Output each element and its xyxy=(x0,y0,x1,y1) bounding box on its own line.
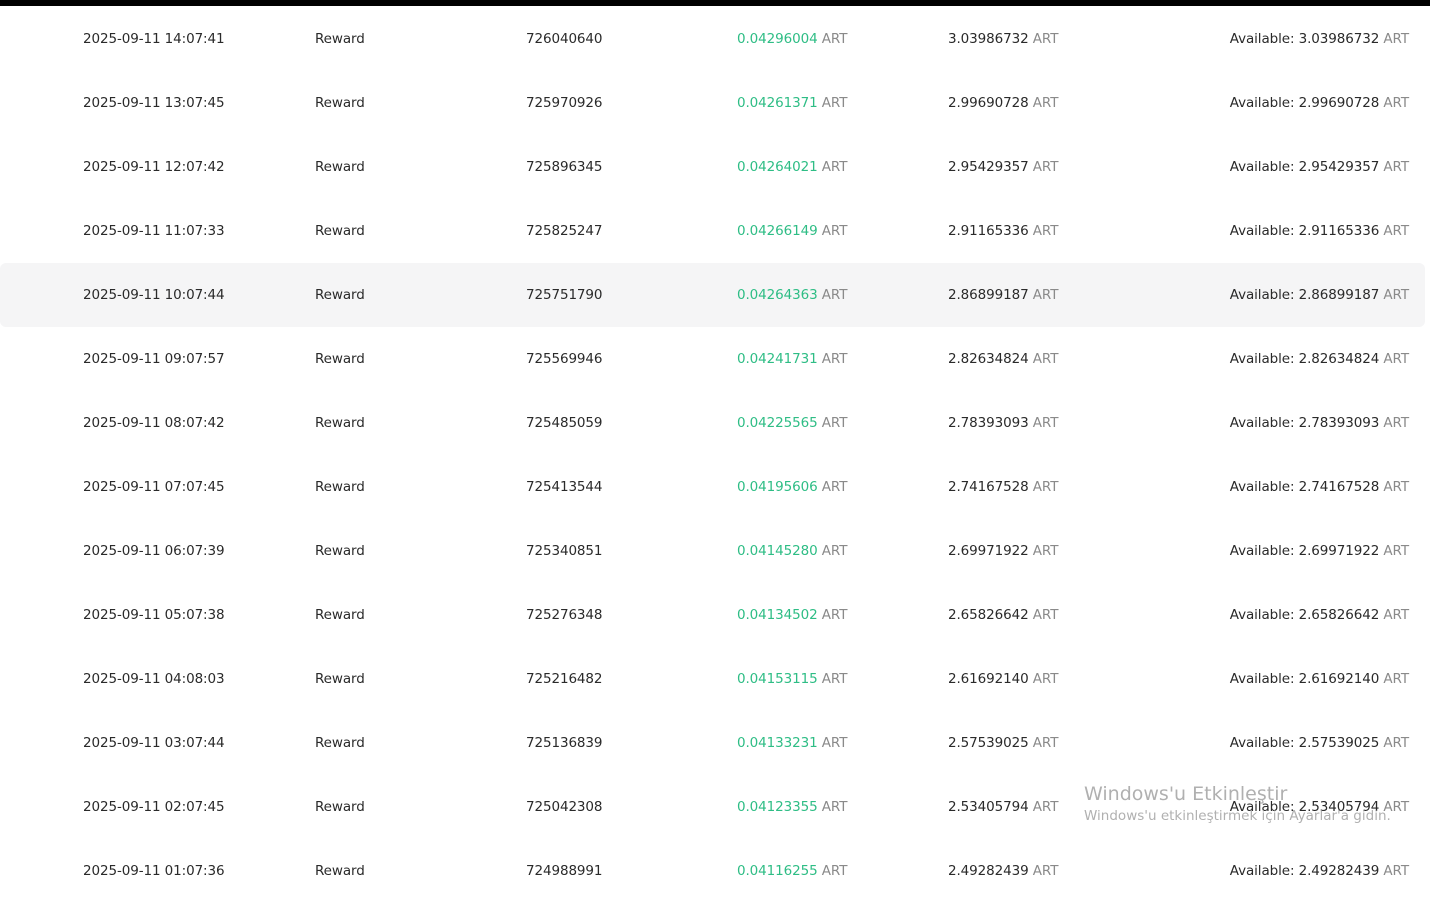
row-time: 2025-09-11 03:07:44 xyxy=(83,735,225,751)
row-available: Available: 2.57539025 ART xyxy=(1229,735,1409,751)
row-time: 2025-09-11 06:07:39 xyxy=(83,543,225,559)
row-transaction-id: 725825247 xyxy=(526,223,603,239)
row-amount: 0.04261371 ART xyxy=(737,95,848,111)
row-amount: 0.04225565 ART xyxy=(737,415,848,431)
row-transaction-id: 725569946 xyxy=(526,351,603,367)
row-balance: 2.95429357 ART xyxy=(948,159,1059,175)
row-amount: 0.04134502 ART xyxy=(737,607,848,623)
row-time: 2025-09-11 05:07:38 xyxy=(83,607,225,623)
row-time: 2025-09-11 13:07:45 xyxy=(83,95,225,111)
row-amount: 0.04266149 ART xyxy=(737,223,848,239)
row-available: Available: 2.65826642 ART xyxy=(1229,607,1409,623)
row-type: Reward xyxy=(315,607,365,623)
row-available: Available: 2.95429357 ART xyxy=(1229,159,1409,175)
row-type: Reward xyxy=(315,95,365,111)
row-transaction-id: 725485059 xyxy=(526,415,603,431)
row-available: Available: 2.69971922 ART xyxy=(1229,543,1409,559)
row-balance: 2.91165336 ART xyxy=(948,223,1059,239)
table-row[interactable]: 2025-09-11 13:07:45 Reward 725970926 0.0… xyxy=(0,71,1425,135)
row-amount: 0.04133231 ART xyxy=(737,735,848,751)
row-balance: 2.82634824 ART xyxy=(948,351,1059,367)
row-balance: 2.49282439 ART xyxy=(948,863,1059,879)
row-balance: 2.74167528 ART xyxy=(948,479,1059,495)
row-time: 2025-09-11 12:07:42 xyxy=(83,159,225,175)
row-transaction-id: 725413544 xyxy=(526,479,603,495)
row-available: Available: 2.86899187 ART xyxy=(1229,287,1409,303)
table-row[interactable]: 2025-09-11 11:07:33 Reward 725825247 0.0… xyxy=(0,199,1425,263)
row-type: Reward xyxy=(315,287,365,303)
row-amount: 0.04296004 ART xyxy=(737,31,848,47)
table-row[interactable]: 2025-09-11 09:07:57 Reward 725569946 0.0… xyxy=(0,327,1425,391)
row-available: Available: 2.99690728 ART xyxy=(1229,95,1409,111)
table-row[interactable]: 2025-09-11 04:08:03 Reward 725216482 0.0… xyxy=(0,647,1425,711)
row-balance: 2.86899187 ART xyxy=(948,287,1059,303)
row-transaction-id: 725216482 xyxy=(526,671,603,687)
row-amount: 0.04264021 ART xyxy=(737,159,848,175)
table-row[interactable]: 2025-09-11 01:07:36 Reward 724988991 0.0… xyxy=(0,839,1425,903)
row-transaction-id: 725896345 xyxy=(526,159,603,175)
row-time: 2025-09-11 10:07:44 xyxy=(83,287,225,303)
row-transaction-id: 725042308 xyxy=(526,799,603,815)
table-row[interactable]: 2025-09-11 12:07:42 Reward 725896345 0.0… xyxy=(0,135,1425,199)
row-transaction-id: 726040640 xyxy=(526,31,603,47)
row-balance: 2.78393093 ART xyxy=(948,415,1059,431)
row-transaction-id: 725970926 xyxy=(526,95,603,111)
row-type: Reward xyxy=(315,543,365,559)
row-balance: 3.03986732 ART xyxy=(948,31,1059,47)
row-type: Reward xyxy=(315,351,365,367)
top-border xyxy=(0,0,1430,6)
row-time: 2025-09-11 09:07:57 xyxy=(83,351,225,367)
table-row[interactable]: 2025-09-11 10:07:44 Reward 725751790 0.0… xyxy=(0,263,1425,327)
row-available: Available: 2.49282439 ART xyxy=(1229,863,1409,879)
row-balance: 2.69971922 ART xyxy=(948,543,1059,559)
row-balance: 2.57539025 ART xyxy=(948,735,1059,751)
row-amount: 0.04195606 ART xyxy=(737,479,848,495)
row-available: Available: 2.53405794 ART xyxy=(1229,799,1409,815)
row-time: 2025-09-11 11:07:33 xyxy=(83,223,225,239)
row-time: 2025-09-11 14:07:41 xyxy=(83,31,225,47)
row-time: 2025-09-11 02:07:45 xyxy=(83,799,225,815)
row-type: Reward xyxy=(315,415,365,431)
table-row[interactable]: 2025-09-11 03:07:44 Reward 725136839 0.0… xyxy=(0,711,1425,775)
row-type: Reward xyxy=(315,863,365,879)
row-transaction-id: 725340851 xyxy=(526,543,603,559)
row-balance: 2.61692140 ART xyxy=(948,671,1059,687)
table-row[interactable]: 2025-09-11 05:07:38 Reward 725276348 0.0… xyxy=(0,583,1425,647)
row-type: Reward xyxy=(315,223,365,239)
row-type: Reward xyxy=(315,31,365,47)
row-amount: 0.04145280 ART xyxy=(737,543,848,559)
row-transaction-id: 724988991 xyxy=(526,863,603,879)
row-type: Reward xyxy=(315,799,365,815)
row-amount: 0.04264363 ART xyxy=(737,287,848,303)
row-balance: 2.99690728 ART xyxy=(948,95,1059,111)
row-type: Reward xyxy=(315,159,365,175)
row-available: Available: 2.78393093 ART xyxy=(1229,415,1409,431)
row-time: 2025-09-11 01:07:36 xyxy=(83,863,225,879)
table-row[interactable]: 2025-09-11 02:07:45 Reward 725042308 0.0… xyxy=(0,775,1425,839)
row-available: Available: 2.82634824 ART xyxy=(1229,351,1409,367)
row-available: Available: 2.61692140 ART xyxy=(1229,671,1409,687)
row-transaction-id: 725136839 xyxy=(526,735,603,751)
row-amount: 0.04153115 ART xyxy=(737,671,848,687)
table-row[interactable]: 2025-09-11 07:07:45 Reward 725413544 0.0… xyxy=(0,455,1425,519)
row-amount: 0.04123355 ART xyxy=(737,799,848,815)
row-transaction-id: 725276348 xyxy=(526,607,603,623)
row-time: 2025-09-11 08:07:42 xyxy=(83,415,225,431)
table-row[interactable]: 2025-09-11 06:07:39 Reward 725340851 0.0… xyxy=(0,519,1425,583)
row-time: 2025-09-11 04:08:03 xyxy=(83,671,225,687)
row-type: Reward xyxy=(315,671,365,687)
row-balance: 2.53405794 ART xyxy=(948,799,1059,815)
row-type: Reward xyxy=(315,479,365,495)
row-amount: 0.04116255 ART xyxy=(737,863,848,879)
table-row[interactable]: 2025-09-11 08:07:42 Reward 725485059 0.0… xyxy=(0,391,1425,455)
row-type: Reward xyxy=(315,735,365,751)
row-time: 2025-09-11 07:07:45 xyxy=(83,479,225,495)
row-available: Available: 2.74167528 ART xyxy=(1229,479,1409,495)
row-available: Available: 2.91165336 ART xyxy=(1229,223,1409,239)
table-row[interactable]: 2025-09-11 14:07:41 Reward 726040640 0.0… xyxy=(0,7,1425,71)
row-balance: 2.65826642 ART xyxy=(948,607,1059,623)
row-available: Available: 3.03986732 ART xyxy=(1229,31,1409,47)
row-transaction-id: 725751790 xyxy=(526,287,603,303)
row-amount: 0.04241731 ART xyxy=(737,351,848,367)
